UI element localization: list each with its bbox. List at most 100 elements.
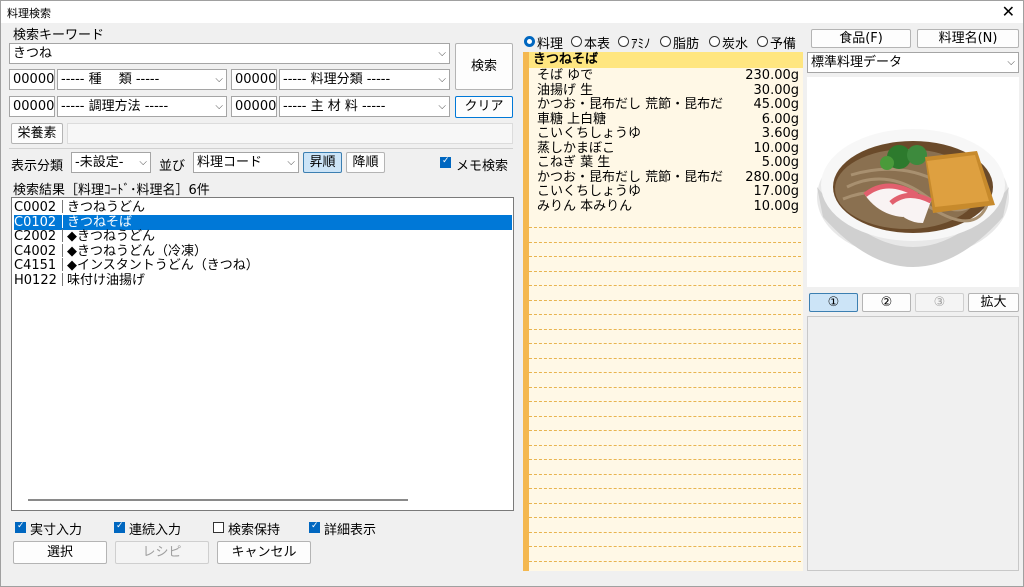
dish-category-combo[interactable]: ----- 料理分類 ----- ⌵: [279, 69, 450, 90]
table-row[interactable]: C2002 ◆きつねうどん: [14, 229, 512, 244]
dish-category-code-field[interactable]: 00000: [231, 69, 277, 90]
ruled-line: [529, 459, 801, 460]
ingredient-row[interactable]: そば ゆで 230.00g: [529, 68, 801, 83]
row-separator: [62, 214, 63, 228]
option-label-1[interactable]: 実寸入力: [30, 519, 82, 538]
ingredient-name: かつお・昆布だし 荒節・昆布だ: [537, 169, 724, 185]
row-separator: [62, 229, 63, 242]
ingredient-row[interactable]: 車糖 上白糖 6.00g: [529, 112, 801, 127]
view-tab-label-5[interactable]: 炭水: [722, 33, 748, 52]
photo-button-2[interactable]: ②: [862, 293, 911, 312]
view-tab-radio-4[interactable]: [660, 36, 671, 47]
ingredient-row[interactable]: 油揚げ 生 30.00g: [529, 83, 801, 98]
option-checkbox-3[interactable]: [213, 522, 224, 533]
view-tab-radio-1[interactable]: [524, 36, 535, 47]
sort-label: 並び: [159, 159, 186, 174]
main-ingredient-code-field[interactable]: 00000: [231, 96, 277, 117]
cooking-method-combo[interactable]: ----- 調理方法 ----- ⌵: [57, 96, 227, 117]
ruled-line: [529, 328, 801, 330]
ingredient-row[interactable]: こいくちしょうゆ 3.60g: [529, 126, 801, 141]
table-row[interactable]: C0002 きつねうどん: [14, 200, 512, 215]
row-name: 味付け油揚げ: [67, 272, 146, 288]
view-tab-label-1[interactable]: 料理: [537, 33, 563, 52]
memo-search-label[interactable]: メモ検索: [456, 155, 508, 174]
left-panel: 検索キーワード きつね ⌵ 検索 00000 ----- 種 類 ----- ⌵…: [5, 23, 519, 571]
view-tab-label-6[interactable]: 予備: [770, 33, 796, 52]
ingredient-amount: 10.00g: [753, 198, 799, 214]
data-source-combo[interactable]: 標準料理データ ⌵: [807, 52, 1019, 73]
option-label-4[interactable]: 詳細表示: [324, 519, 376, 538]
row-name: きつねうどん: [67, 200, 146, 215]
chevron-down-icon: ⌵: [1007, 57, 1015, 68]
ingredient-row[interactable]: かつお・昆布だし 荒節・昆布だ 45.00g: [529, 97, 801, 112]
ruled-line: [529, 502, 801, 504]
cancel-button-label: キャンセル: [231, 545, 297, 560]
photo-button-1[interactable]: ①: [809, 293, 858, 312]
ascending-button[interactable]: 昇順: [303, 152, 342, 173]
ruled-line: [529, 430, 801, 431]
search-button[interactable]: 検索: [455, 43, 513, 90]
option-checkbox-1[interactable]: [15, 521, 26, 533]
ingredient-row[interactable]: こいくちしょうゆ 17.00g: [529, 184, 801, 199]
dish-name-button[interactable]: 料理名(N): [917, 29, 1019, 48]
table-row[interactable]: C0102 きつねそば: [14, 214, 512, 230]
chevron-down-icon: ⌵: [215, 74, 223, 85]
close-icon[interactable]: ✕: [1002, 2, 1015, 21]
sort-combo[interactable]: 料理コード ⌵: [193, 152, 299, 173]
row-code: H0122: [14, 272, 57, 288]
kind-combo[interactable]: ----- 種 類 ----- ⌵: [57, 69, 227, 90]
view-tab-radio-5[interactable]: [709, 36, 720, 47]
table-row[interactable]: C4151 ◆インスタントうどん（きつね）: [14, 258, 512, 273]
view-tab-radio-2[interactable]: [571, 36, 582, 47]
ingredient-row[interactable]: みりん 本みりん 10.00g: [529, 199, 801, 214]
category-combo[interactable]: -未設定- ⌵: [71, 152, 151, 173]
ingredient-row[interactable]: かつお・昆布だし 荒節・昆布だ 280.00g: [529, 170, 801, 185]
select-button[interactable]: 選択: [13, 541, 107, 564]
photo-button-3[interactable]: ③: [915, 293, 964, 312]
memo-search-checkbox[interactable]: [440, 156, 451, 168]
kind-code-field[interactable]: 00000: [9, 69, 55, 90]
ruled-line: [529, 241, 801, 243]
nutrient-button[interactable]: 栄養素: [11, 123, 63, 144]
option-checkbox-2[interactable]: [114, 521, 125, 533]
option-checkbox-4[interactable]: [309, 521, 320, 533]
view-tab-radio-6[interactable]: [757, 36, 768, 47]
cooking-method-code-field[interactable]: 00000: [9, 96, 55, 117]
ingredient-row[interactable]: 蒸しかまぼこ 10.00g: [529, 141, 801, 156]
ingredient-amount: 3.60g: [761, 126, 799, 141]
option-label-3[interactable]: 検索保持: [228, 519, 280, 538]
row-code: C0002: [14, 200, 57, 215]
nutrient-condition-field[interactable]: [67, 123, 513, 144]
ingredient-amount: 30.00g: [753, 82, 799, 98]
ingredient-list[interactable]: きつねそば そば ゆで 230.00g 油揚げ 生 30.00g かつお・昆布だし 荒節…: [523, 52, 803, 571]
zoom-button[interactable]: 拡大: [968, 293, 1019, 312]
option-label-2[interactable]: 連続入力: [129, 519, 181, 538]
ingredient-amount: 280.00g: [745, 169, 799, 185]
main-ingredient-combo[interactable]: ----- 主 材 料 ----- ⌵: [279, 96, 450, 117]
horizontal-scrollbar[interactable]: [28, 499, 408, 501]
ruled-line: [529, 473, 801, 475]
ingredient-amount: 17.00g: [753, 184, 799, 199]
ingredient-amount: 6.00g: [761, 111, 799, 127]
select-button-label: 選択: [46, 545, 73, 560]
view-tab-radio-3[interactable]: [618, 36, 629, 47]
ruled-line: [529, 357, 801, 359]
ingredient-row[interactable]: こねぎ 葉 生 5.00g: [529, 155, 801, 170]
table-row[interactable]: C4002 ◆きつねうどん（冷凍）: [14, 243, 512, 259]
right-panel: 食品(F) 料理名(N) 標準料理データ ⌵ ① ② ③ 拡大: [805, 23, 1023, 571]
ruled-line: [529, 372, 801, 373]
descending-button[interactable]: 降順: [346, 152, 385, 173]
food-button[interactable]: 食品(F): [811, 29, 911, 48]
view-tab-label-4[interactable]: 脂肪: [673, 33, 699, 52]
cancel-button[interactable]: キャンセル: [217, 541, 311, 564]
view-tab-label-2[interactable]: 本表: [584, 33, 610, 52]
recipe-button[interactable]: レシピ: [115, 541, 209, 564]
ruled-line: [529, 531, 801, 533]
keyword-combo[interactable]: きつね ⌵: [9, 43, 450, 64]
clear-button[interactable]: クリア: [455, 96, 513, 118]
nutrient-button-label: 栄養素: [17, 126, 57, 141]
table-row[interactable]: H0122 味付け油揚げ: [14, 272, 512, 288]
view-tab-label-3[interactable]: ｱﾐﾉ: [631, 33, 651, 52]
results-list[interactable]: C0002 きつねうどん C0102 きつねそば C2002 ◆きつねうどん C4002 ◆き…: [11, 197, 514, 511]
divider: [9, 148, 513, 149]
